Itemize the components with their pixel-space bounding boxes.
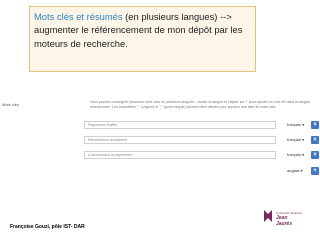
logo-line3: Jaurès <box>276 221 293 227</box>
university-logo-icon <box>264 210 272 222</box>
add-keyword-row: anglais ▾ + <box>84 167 320 177</box>
info-callout: Mots clés et résumés (en plusieurs langu… <box>29 6 256 72</box>
language-select[interactable]: français ▾ <box>287 152 304 157</box>
keywords-label: Mots clés <box>2 102 19 107</box>
language-select[interactable]: français ▾ <box>287 122 304 127</box>
keywords-help-text: Vous pouvez renseigner plusieurs mots cl… <box>90 100 310 109</box>
keyword-input[interactable]: Commission européenne <box>84 151 276 159</box>
keyword-input[interactable]: Révolutions européen <box>84 136 276 144</box>
add-keyword-button[interactable]: + <box>311 167 319 175</box>
keyword-row: Révolutions européen français ▾ × <box>84 136 320 146</box>
remove-keyword-button[interactable]: × <box>311 151 319 159</box>
callout-highlight: Mots clés et résumés <box>34 11 123 22</box>
keyword-row: Raymond Raffet français ▾ × <box>84 121 320 131</box>
add-language-select[interactable]: anglais ▾ <box>287 168 303 173</box>
remove-keyword-button[interactable]: × <box>311 136 319 144</box>
keyword-input[interactable]: Raymond Raffet <box>84 121 276 129</box>
remove-keyword-button[interactable]: × <box>311 121 319 129</box>
footer-author: Françoise Gouzi, pôle IST- DAR <box>10 224 85 230</box>
keyword-row: Commission européenne français ▾ × <box>84 151 320 161</box>
university-logo: Université Toulouse Jean Jaurès <box>262 207 308 235</box>
keywords-form: Mots clés Vous pouvez renseigner plusieu… <box>0 100 320 180</box>
language-select[interactable]: français ▾ <box>287 137 304 142</box>
